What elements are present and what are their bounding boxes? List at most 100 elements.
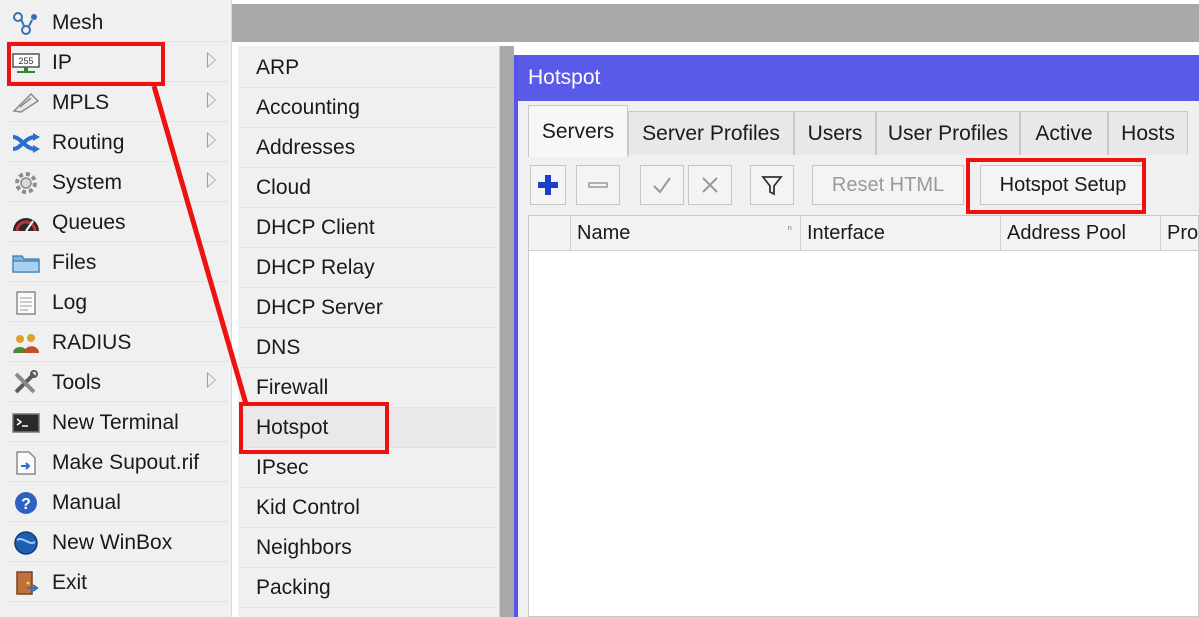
menu-item-routing[interactable]: Routing [8, 124, 228, 162]
mpls-icon [10, 89, 42, 117]
menu-item-system[interactable]: System [8, 164, 228, 202]
tab-server-profiles[interactable]: Server Profiles [628, 111, 794, 155]
svg-text:255: 255 [18, 56, 33, 66]
queues-icon [10, 209, 42, 237]
window-title-bar[interactable]: Hotspot [518, 55, 1199, 101]
winbox-globe-icon [10, 529, 42, 557]
submenu-item-dhcp-client[interactable]: DHCP Client [240, 208, 496, 248]
tab-active[interactable]: Active [1020, 111, 1108, 155]
menu-item-label: Queues [52, 210, 126, 234]
column-header-profile[interactable]: Pro [1161, 216, 1199, 250]
menu-item-label: New WinBox [52, 530, 173, 554]
toolbar: Reset HTML Hotspot Setup [528, 161, 1199, 211]
submenu-arrow-icon [207, 372, 216, 388]
submenu-arrow-icon [207, 172, 216, 188]
submenu-item-dhcp-server[interactable]: DHCP Server [240, 288, 496, 328]
help-icon: ? [10, 489, 42, 517]
column-header-address-pool[interactable]: Address Pool [1001, 216, 1161, 250]
menu-item-files[interactable]: Files [8, 244, 228, 282]
menu-item-label: System [52, 170, 123, 194]
submenu-item-packing[interactable]: Packing [240, 568, 496, 608]
desktop-background [232, 4, 1199, 42]
menu-item-tools[interactable]: Tools [8, 364, 228, 402]
terminal-icon [10, 409, 42, 437]
reset-html-button[interactable]: Reset HTML [812, 165, 964, 205]
log-icon [10, 289, 42, 317]
submenu-item-dns[interactable]: DNS [240, 328, 496, 368]
filter-funnel-icon [761, 176, 783, 196]
system-gear-icon [10, 169, 42, 197]
hotspot-setup-button[interactable]: Hotspot Setup [980, 165, 1146, 205]
tab-user-profiles[interactable]: User Profiles [876, 111, 1020, 155]
ip-submenu: ARP Accounting Addresses Cloud DHCP Clie… [238, 46, 500, 617]
menu-item-queues[interactable]: Queues [8, 204, 228, 242]
menu-item-label: Log [52, 290, 88, 314]
checkmark-icon [653, 177, 671, 194]
menu-item-new-winbox[interactable]: New WinBox [8, 524, 228, 562]
menu-item-new-terminal[interactable]: New Terminal [8, 404, 228, 442]
ip-icon: 255 [10, 49, 42, 77]
tab-bar: Servers Server Profiles Users User Profi… [528, 105, 1199, 157]
menu-item-label: RADIUS [52, 330, 132, 354]
submenu-item-hotspot[interactable]: Hotspot [240, 408, 496, 448]
column-header-name[interactable]: Name ⁿ [571, 216, 801, 250]
disable-button[interactable] [688, 165, 732, 205]
menu-item-exit[interactable]: Exit [8, 564, 228, 602]
menu-item-label: New Terminal [52, 410, 179, 434]
tab-hosts[interactable]: Hosts [1108, 111, 1188, 155]
minus-icon [588, 182, 608, 188]
table-header: Name ⁿ Interface Address Pool Pro [529, 216, 1198, 251]
window-title: Hotspot [528, 66, 601, 89]
submenu-item-arp[interactable]: ARP [240, 48, 496, 88]
svg-text:?: ? [21, 496, 31, 513]
submenu-item-firewall[interactable]: Firewall [240, 368, 496, 408]
submenu-arrow-icon [207, 92, 216, 108]
submenu-item-dhcp-relay[interactable]: DHCP Relay [240, 248, 496, 288]
plus-icon [538, 175, 558, 195]
menu-item-label: IP [52, 50, 72, 74]
tab-servers[interactable]: Servers [528, 105, 628, 157]
menu-item-label: Mesh [52, 10, 104, 34]
hotspot-window: Hotspot Servers Server Profiles Users Us… [514, 55, 1199, 617]
main-menu: Mesh 255 IP MPLS Routing System Queues F… [0, 0, 232, 617]
desktop-background-strip [500, 46, 514, 617]
menu-item-radius[interactable]: RADIUS [8, 324, 228, 362]
cross-icon [702, 177, 718, 193]
routing-icon [10, 129, 42, 157]
menu-item-label: Routing [52, 130, 125, 154]
submenu-item-ipsec[interactable]: IPsec [240, 448, 496, 488]
submenu-item-addresses[interactable]: Addresses [240, 128, 496, 168]
submenu-arrow-icon [207, 132, 216, 148]
tools-icon [10, 369, 42, 397]
tab-users[interactable]: Users [794, 111, 876, 155]
submenu-item-neighbors[interactable]: Neighbors [240, 528, 496, 568]
sort-indicator-icon: ⁿ [787, 222, 792, 236]
submenu-item-cloud[interactable]: Cloud [240, 168, 496, 208]
menu-item-manual[interactable]: ? Manual [8, 484, 228, 522]
submenu-item-kid-control[interactable]: Kid Control [240, 488, 496, 528]
folder-icon [10, 249, 42, 277]
mesh-icon [10, 9, 42, 37]
submenu-item-accounting[interactable]: Accounting [240, 88, 496, 128]
column-header-flags[interactable] [529, 216, 571, 250]
exit-door-icon [10, 569, 42, 597]
remove-button[interactable] [576, 165, 620, 205]
supout-file-icon [10, 449, 42, 477]
menu-item-ip[interactable]: 255 IP [8, 44, 228, 82]
menu-item-make-supout[interactable]: Make Supout.rif [8, 444, 228, 482]
menu-item-label: Tools [52, 370, 102, 394]
menu-item-label: Exit [52, 570, 88, 594]
menu-item-label: Make Supout.rif [52, 450, 200, 474]
enable-button[interactable] [640, 165, 684, 205]
menu-item-mpls[interactable]: MPLS [8, 84, 228, 122]
menu-item-label: MPLS [52, 90, 110, 114]
menu-item-mesh[interactable]: Mesh [8, 4, 228, 42]
add-button[interactable] [530, 165, 566, 205]
filter-button[interactable] [750, 165, 794, 205]
column-header-interface[interactable]: Interface [801, 216, 1001, 250]
servers-table: Name ⁿ Interface Address Pool Pro [528, 215, 1199, 617]
submenu-arrow-icon [207, 52, 216, 68]
radius-users-icon [10, 329, 42, 357]
menu-item-log[interactable]: Log [8, 284, 228, 322]
menu-item-label: Manual [52, 490, 121, 514]
